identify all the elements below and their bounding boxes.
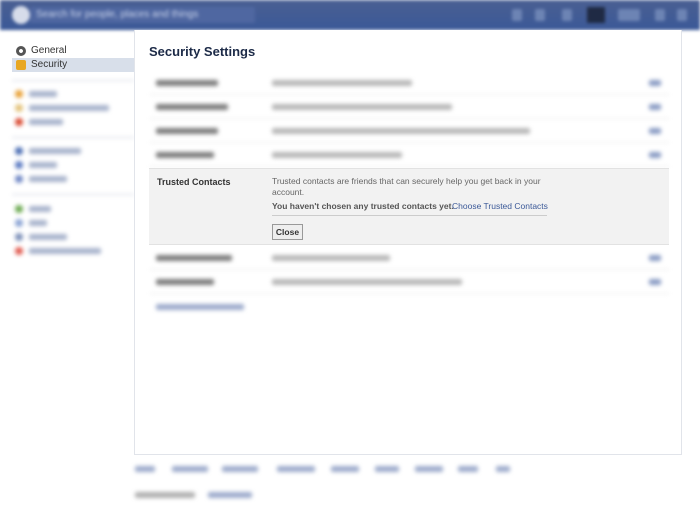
footer-link[interactable] (135, 466, 155, 472)
footer-link[interactable] (375, 466, 399, 472)
copyright-text (135, 492, 195, 498)
gear-icon (16, 46, 26, 56)
top-navigation-bar: Search for people, places and things (0, 0, 700, 30)
deactivate-account-link[interactable] (156, 304, 244, 310)
settings-sidebar: General Security (0, 40, 135, 72)
edit-link[interactable] (649, 104, 661, 110)
friend-requests-icon[interactable] (512, 9, 522, 21)
divider (272, 215, 547, 216)
home-icon[interactable] (655, 9, 665, 21)
settings-row[interactable] (150, 95, 669, 119)
sidebar-item-general[interactable]: General (12, 44, 134, 58)
footer (135, 462, 695, 502)
language-link[interactable] (208, 492, 252, 498)
settings-row[interactable] (150, 270, 669, 294)
security-settings-panel: Security Settings Trusted Contacts Trust… (134, 30, 682, 455)
footer-link[interactable] (415, 466, 443, 472)
edit-link[interactable] (649, 279, 661, 285)
settings-row[interactable] (150, 246, 669, 270)
edit-link[interactable] (649, 80, 661, 86)
choose-trusted-contacts-link[interactable]: Choose Trusted Contacts (452, 201, 548, 211)
trusted-contacts-label: Trusted Contacts (157, 177, 231, 187)
footer-link[interactable] (458, 466, 478, 472)
footer-link[interactable] (496, 466, 510, 472)
footer-link[interactable] (331, 466, 359, 472)
footer-link[interactable] (172, 466, 208, 472)
avatar[interactable] (587, 7, 605, 23)
footer-link[interactable] (222, 466, 258, 472)
trusted-contacts-section: Trusted Contacts Trusted contacts are fr… (149, 168, 669, 245)
profile-name-link[interactable] (618, 9, 640, 21)
search-input[interactable]: Search for people, places and things (30, 7, 255, 23)
lock-icon (16, 60, 26, 70)
edit-link[interactable] (649, 255, 661, 261)
trusted-contacts-description: Trusted contacts are friends that can se… (272, 176, 541, 197)
messages-icon[interactable] (535, 9, 545, 21)
sidebar-item-label: General (31, 45, 67, 56)
trusted-contacts-status: You haven't chosen any trusted contacts … (272, 201, 454, 211)
facebook-logo-icon[interactable] (12, 6, 30, 24)
settings-row[interactable] (150, 119, 669, 143)
page-title: Security Settings (149, 44, 256, 59)
settings-dropdown-icon[interactable] (677, 9, 687, 21)
close-button[interactable]: Close (272, 224, 303, 240)
edit-link[interactable] (649, 152, 661, 158)
sidebar-item-label: Security (31, 59, 68, 70)
settings-row[interactable] (150, 143, 669, 167)
edit-link[interactable] (649, 128, 661, 134)
settings-row[interactable] (150, 71, 669, 95)
notifications-icon[interactable] (562, 9, 572, 21)
sidebar-item-security[interactable]: Security (12, 58, 134, 72)
footer-link[interactable] (277, 466, 315, 472)
